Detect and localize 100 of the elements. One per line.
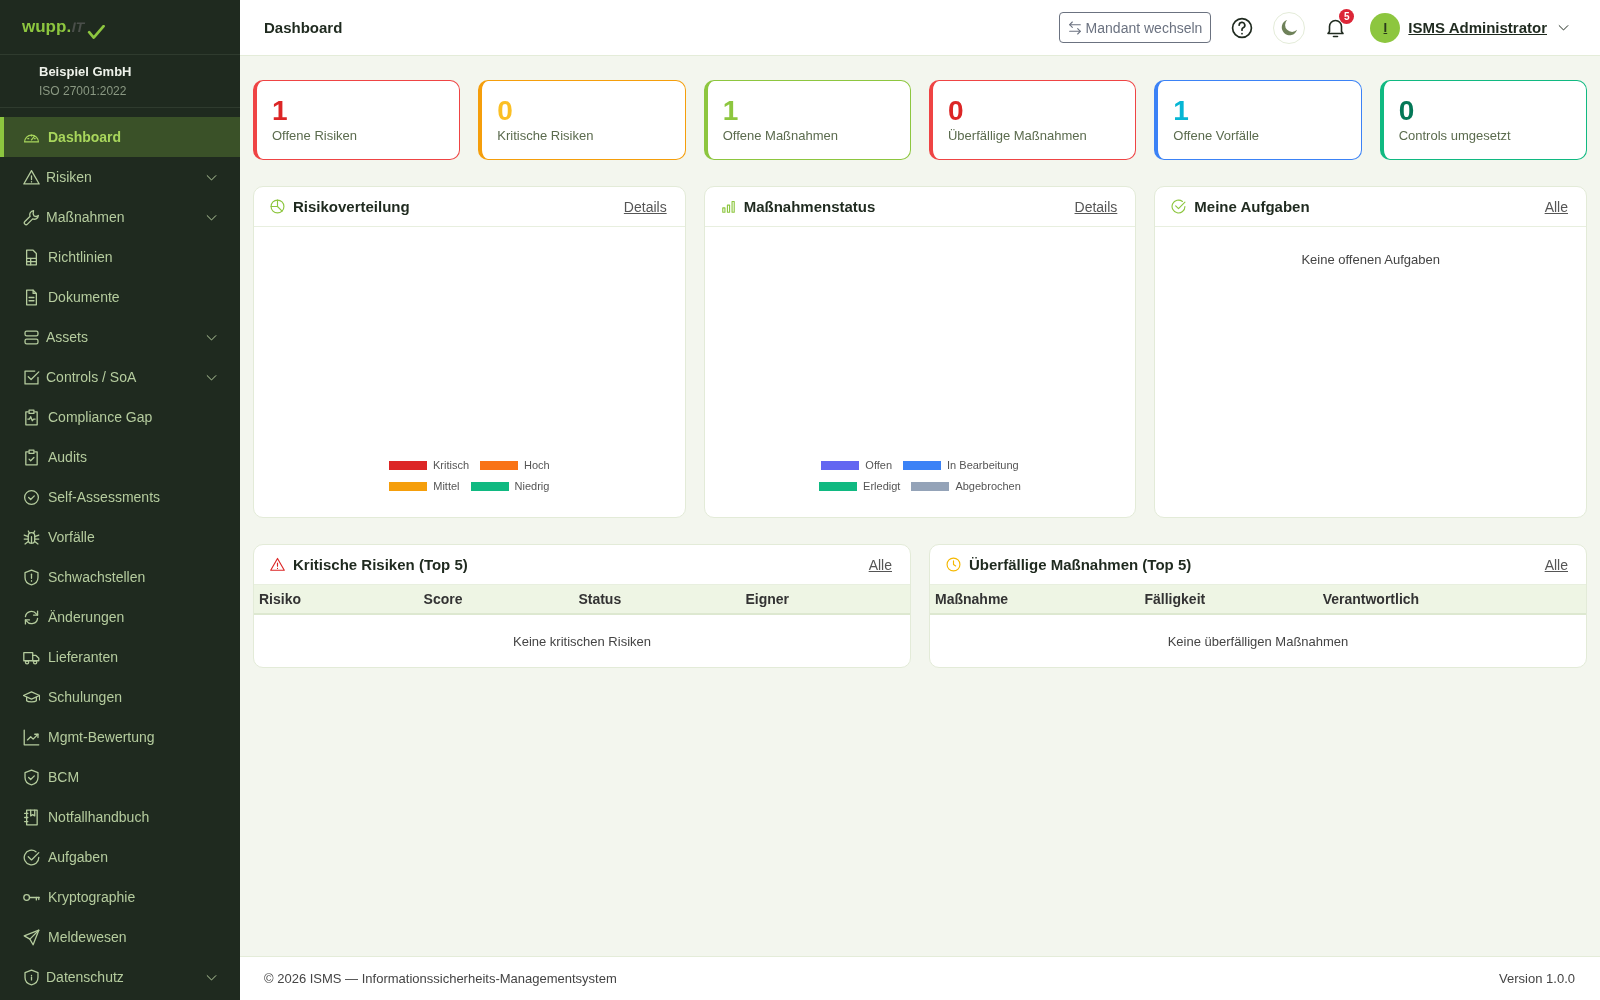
bug-icon [23, 528, 40, 546]
warning-icon [270, 557, 285, 572]
sidebar-item[interactable]: Assets [0, 317, 240, 357]
panel-link[interactable]: Alle [868, 556, 892, 573]
shield-check-icon [23, 768, 40, 786]
column-header: Status [573, 585, 741, 614]
help-icon[interactable] [1231, 16, 1254, 39]
swap-arrows-icon [1067, 20, 1082, 35]
sidebar-item[interactable]: Dashboard [0, 117, 240, 157]
sidebar-item[interactable]: Self-Assessments [0, 477, 240, 517]
warning-icon [23, 168, 40, 186]
legend-label: Offen [865, 459, 893, 471]
legend-label: In Bearbeitung [947, 459, 1019, 471]
user-avatar[interactable]: I [1370, 12, 1401, 43]
legend-label: Erledigt [863, 480, 901, 492]
sidebar-item[interactable]: Aufgaben [0, 837, 240, 877]
sidebar-item[interactable]: Datenschutz [0, 957, 240, 997]
check-circle-icon [1171, 199, 1187, 214]
paper-plane-icon [23, 928, 40, 946]
stat-value: 1 [722, 97, 739, 125]
stat-label: Offene Vorfälle [1173, 128, 1260, 143]
footer-copyright: © 2026 ISMS — Informationssicherheits-Managementsystem [264, 971, 617, 986]
column-header: Verantwortlich [1317, 585, 1586, 614]
column-header: Score [418, 585, 574, 614]
stat-value: 1 [272, 97, 288, 125]
stat-label: Offene Maßnahmen [722, 128, 839, 143]
panel-link[interactable]: Details [623, 198, 667, 215]
user-name-link[interactable]: ISMS Administrator [1408, 19, 1547, 36]
sidebar-item[interactable]: Audits [0, 437, 240, 477]
sidebar-item[interactable]: Risiken [0, 157, 240, 197]
sidebar-item[interactable]: Compliance Gap [0, 397, 240, 437]
server-icon [23, 328, 40, 346]
sidebar-item[interactable]: Kryptographie [0, 877, 240, 917]
pie-chart-icon [270, 199, 285, 214]
sidebar-item[interactable]: Änderungen [0, 597, 240, 637]
stat-label: Kritische Risiken [497, 128, 594, 143]
notification-badge: 5 [1339, 9, 1355, 24]
empty-message: Keine überfälligen Maßnahmen [930, 614, 1586, 667]
sidebar-item[interactable]: Vorfälle [0, 517, 240, 557]
checkbox-icon [23, 368, 40, 386]
stat-label: Überfällige Maßnahmen [948, 128, 1087, 143]
sidebar-item[interactable]: Dokumente [0, 277, 240, 317]
theme-toggle-button[interactable] [1273, 11, 1306, 44]
check-circle-icon [23, 488, 40, 506]
sidebar-item[interactable]: Schwachstellen [0, 557, 240, 597]
sidebar-item[interactable]: Schulungen [0, 677, 240, 717]
panel-title: Meine Aufgaben [1194, 198, 1310, 215]
sidebar-item[interactable]: Meldewesen [0, 917, 240, 957]
sidebar-item[interactable]: Controls / SoA [0, 357, 240, 397]
stat-value: 1 [1173, 97, 1189, 125]
empty-message: Keine kritischen Risiken [254, 614, 910, 667]
file-icon [23, 288, 40, 306]
clipboard-pulse-icon [23, 408, 40, 426]
page-title: Dashboard [264, 19, 343, 36]
clipboard-check-icon [23, 448, 40, 466]
column-header: Risiko [254, 585, 419, 614]
check-circle-icon [23, 848, 40, 866]
legend-label: Abgebrochen [955, 480, 1021, 492]
stat-label: Controls umgesetzt [1398, 128, 1511, 143]
wrench-icon [23, 208, 40, 226]
legend-label: Mittel [433, 480, 460, 492]
legend-label: Niedrig [514, 480, 550, 492]
legend-label: Hoch [524, 459, 550, 471]
organization-standard: ISO 27001:2022 [39, 84, 128, 98]
switch-tenant-button[interactable]: Mandant wechseln [1058, 12, 1212, 43]
column-header: Maßnahme [930, 585, 1140, 614]
column-header: Eigner [740, 585, 910, 614]
check-icon [85, 25, 106, 41]
legend-label: Kritisch [432, 459, 469, 471]
sidebar-item[interactable]: Notfallhandbuch [0, 797, 240, 837]
stat-value: 0 [948, 97, 964, 125]
sidebar-item[interactable]: BCM [0, 757, 240, 797]
stat-value: 0 [1398, 97, 1415, 125]
notebook-icon [23, 808, 40, 826]
panel-link[interactable]: Alle [1544, 198, 1568, 215]
panel-title: Überfällige Maßnahmen (Top 5) [969, 556, 1192, 573]
column-header: Fälligkeit [1139, 585, 1318, 614]
sidebar-item[interactable]: Maßnahmen [0, 197, 240, 237]
refresh-icon [23, 608, 40, 626]
panel-title: Maßnahmenstatus [743, 198, 876, 215]
sidebar-item[interactable]: Richtlinien [0, 237, 240, 277]
document-icon [23, 248, 40, 266]
empty-message: Keine offenen Aufgaben [1301, 252, 1440, 267]
graduation-cap-icon [23, 688, 40, 706]
organization-name: Beispiel GmbH [39, 64, 133, 79]
sidebar-item[interactable]: Mgmt-Bewertung [0, 717, 240, 757]
shield-alert-icon [23, 568, 40, 586]
panel-title: Kritische Risiken (Top 5) [293, 556, 468, 573]
clock-icon [946, 557, 961, 572]
panel-link[interactable]: Alle [1544, 556, 1568, 573]
sidebar-item[interactable]: Lieferanten [0, 637, 240, 677]
line-chart-icon [23, 728, 40, 746]
panel-link[interactable]: Details [1074, 198, 1118, 215]
stat-value: 0 [497, 97, 513, 125]
shield-icon [23, 968, 40, 986]
moon-icon [1280, 19, 1298, 36]
footer-version: Version 1.0.0 [1499, 971, 1575, 986]
stat-label: Offene Risiken [272, 128, 358, 143]
bar-chart-icon [720, 199, 736, 214]
panel-title: Risikoverteilung [293, 198, 410, 215]
